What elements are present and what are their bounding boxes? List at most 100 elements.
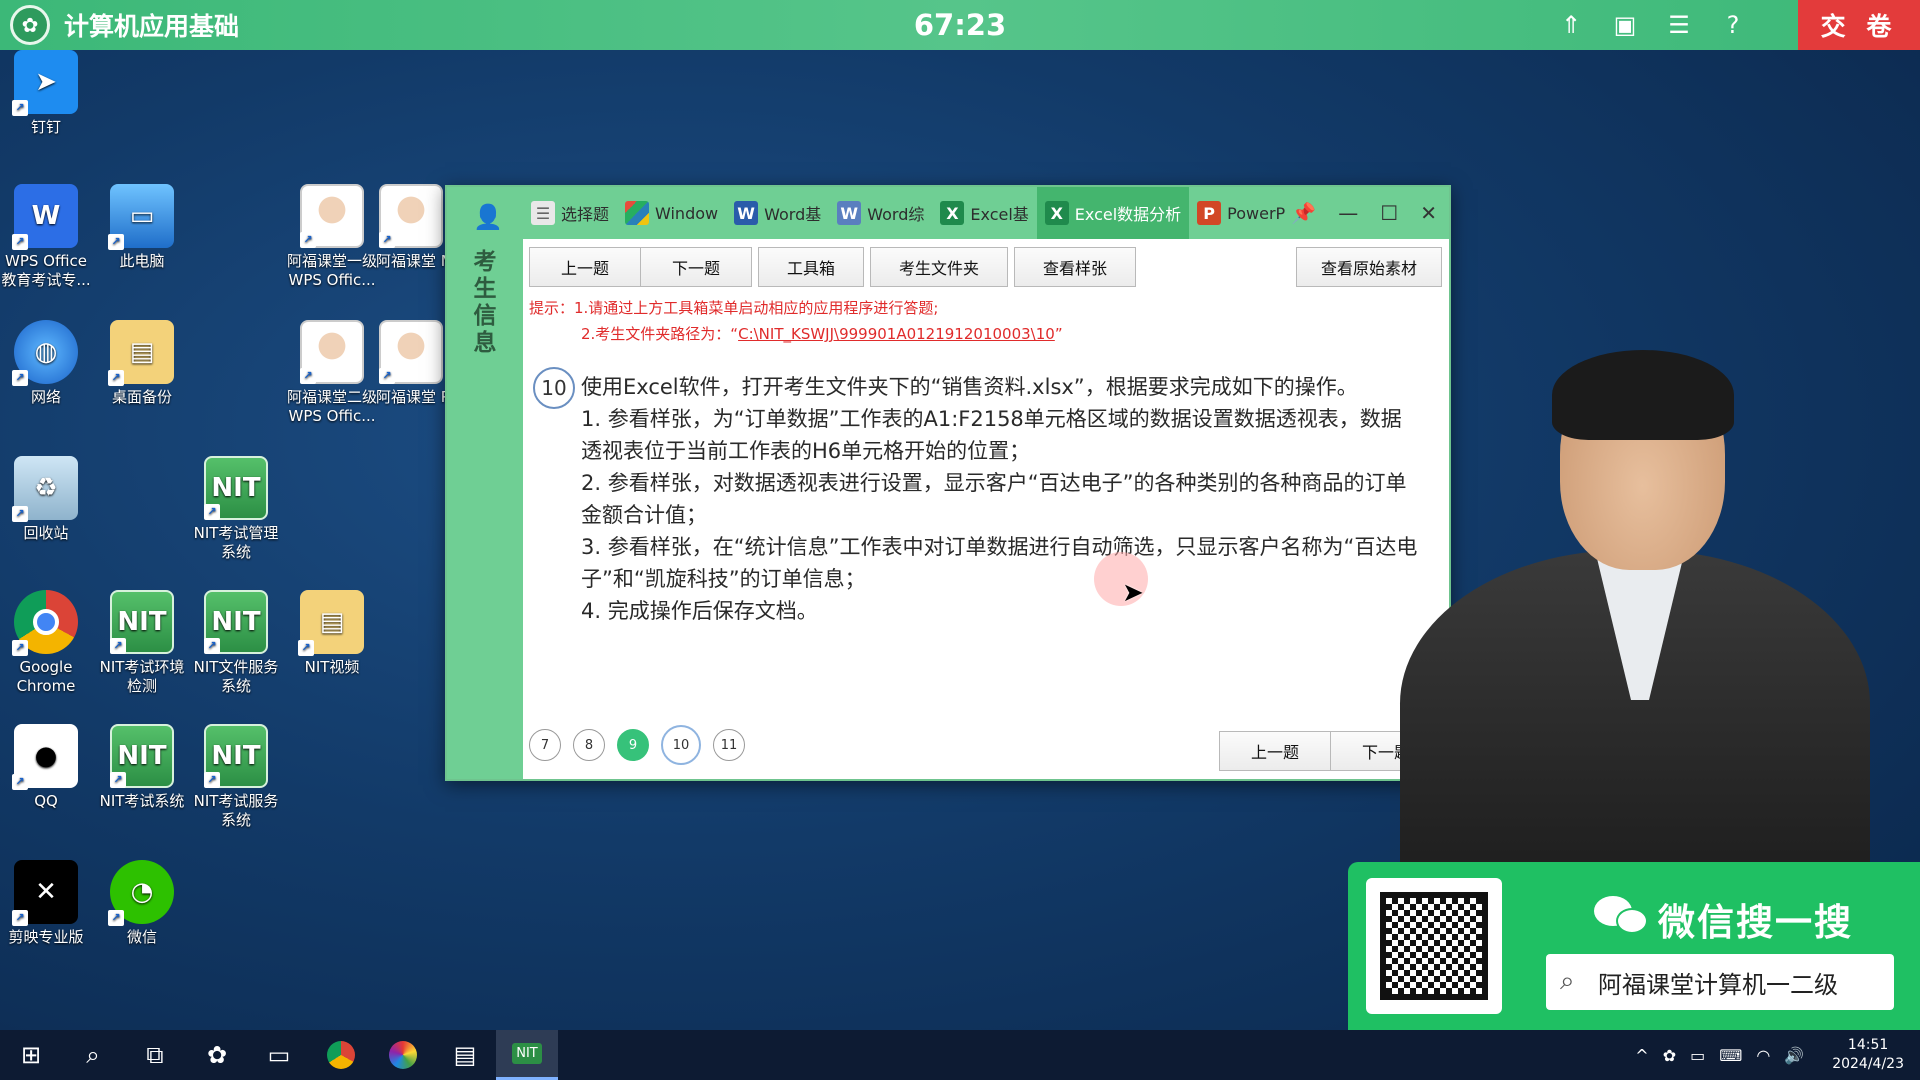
search-icon[interactable]: ⌕	[62, 1030, 124, 1080]
battery-icon[interactable]: ▭	[1690, 1046, 1705, 1065]
candidate-info-panel[interactable]: 👤 考生信息	[447, 187, 523, 779]
chevron-up-icon[interactable]: ^	[1635, 1046, 1648, 1065]
desktop-icon-afu-wps1[interactable]: 阿福课堂一级 WPS Offic...	[286, 184, 378, 290]
desktop-icon-backup[interactable]: ▤ 桌面备份	[96, 320, 188, 407]
word-icon: W	[734, 201, 759, 225]
tab-word-basic[interactable]: W Word基	[726, 187, 829, 239]
question-toolbar: 上一题 下一题 工具箱 考生文件夹 查看样张	[529, 247, 1136, 287]
question-line: 1. 参看样张，为“订单数据”工作表的A1:F2158单元格区域的数据设置数据透…	[581, 407, 1402, 463]
wifi-icon[interactable]: ◠	[1756, 1046, 1770, 1065]
tray-app-icon[interactable]: ✿	[1663, 1046, 1676, 1065]
nit-icon: NIT	[204, 724, 268, 788]
user-icon: 👤	[473, 203, 503, 231]
question-dot-current[interactable]: 10	[661, 725, 701, 765]
desktop-icon-chrome[interactable]: Google Chrome	[0, 590, 92, 696]
computer-icon: ▭	[108, 184, 174, 250]
window-taskbar-icon[interactable]: ▤	[434, 1030, 496, 1080]
wechat-logo-icon	[1594, 892, 1650, 936]
tab-windows[interactable]: Window	[617, 187, 726, 239]
question-text: 使用Excel软件，打开考生文件夹下的“销售资料.xlsx”，根据要求完成如下的…	[581, 371, 1421, 627]
dingtalk-icon: ➤	[12, 50, 78, 116]
desktop-icon-nit-env[interactable]: NIT NIT考试环境检测	[96, 590, 188, 696]
clock-time: 14:51	[1847, 1037, 1889, 1053]
desktop-icon-wechat[interactable]: ◔ 微信	[96, 860, 188, 947]
list-icon[interactable]: ☰	[1667, 11, 1691, 39]
desktop-icon-afu-wps2[interactable]: 阿福课堂二级 WPS Offic...	[286, 320, 378, 426]
desktop-icon-recycle-bin[interactable]: ♻ 回收站	[0, 456, 92, 543]
presenter-video-overlay	[1400, 350, 1870, 870]
desktop-icon-dingtalk[interactable]: ➤ 钉钉	[0, 50, 92, 137]
tab-choice[interactable]: ☰ 选择题	[523, 187, 617, 239]
wechat-search-title: 微信搜一搜	[1658, 901, 1853, 944]
pinwheel-app-icon[interactable]: ✿	[186, 1030, 248, 1080]
desktop-icon-afu-python[interactable]: 阿福课堂 Python是	[376, 320, 446, 407]
submit-exam-button[interactable]: 交 卷	[1798, 0, 1920, 50]
question-type-tabs: ☰ 选择题 Window W Word基 W Word综 X Excel基 X …	[523, 187, 1449, 239]
desktop-icon-nit-exam[interactable]: NIT NIT考试系统	[96, 724, 188, 811]
tab-word-comprehensive[interactable]: W Word综	[829, 187, 932, 239]
desktop-icon-afu-ms[interactable]: 阿福课堂 MS Offic	[376, 184, 446, 271]
clock-date: 2024/4/23	[1832, 1056, 1904, 1072]
screen-app-icon[interactable]: ▭	[248, 1030, 310, 1080]
question-dot[interactable]: 11	[713, 729, 745, 761]
desktop-icon-nit-manage[interactable]: NIT NIT考试管理系统	[190, 456, 282, 562]
toolbox-button[interactable]: 工具箱	[758, 247, 864, 287]
input-method-icon[interactable]: ⌨	[1719, 1046, 1742, 1065]
next-question-button[interactable]: 下一题	[640, 247, 752, 287]
tab-powerpoint[interactable]: P PowerP	[1189, 187, 1293, 239]
volume-icon[interactable]: 🔊	[1784, 1046, 1804, 1065]
pin-icon[interactable]: 📌	[1291, 201, 1316, 225]
word-icon: W	[837, 201, 862, 225]
tab-excel-basic[interactable]: X Excel基	[932, 187, 1036, 239]
desktop-icon-this-pc[interactable]: ▭ 此电脑	[96, 184, 188, 271]
window-icon[interactable]: ▣	[1613, 11, 1637, 39]
help-icon[interactable]: ?	[1721, 11, 1745, 39]
folder-icon: ▤	[298, 590, 364, 656]
close-icon[interactable]: ✕	[1420, 201, 1437, 225]
prev-question-button[interactable]: 上一题	[529, 247, 641, 287]
bottom-prev-button[interactable]: 上一题	[1219, 731, 1331, 771]
question-dot-answered[interactable]: 9	[617, 729, 649, 761]
windows-taskbar: ⊞ ⌕ ⧉ ✿ ▭ ▤ NIT ^ ✿ ▭ ⌨ ◠ 🔊 14:51 2024/4…	[0, 1030, 1920, 1080]
chrome-taskbar-icon[interactable]	[310, 1030, 372, 1080]
question-number-badge: 10	[533, 367, 575, 409]
tab-excel-data-analysis[interactable]: X Excel数据分析	[1036, 187, 1190, 239]
question-dot[interactable]: 7	[529, 729, 561, 761]
maximize-icon[interactable]: ☐	[1380, 201, 1398, 225]
taskbar-clock[interactable]: 14:51 2024/4/23	[1832, 1036, 1904, 1074]
network-icon: ◍	[12, 320, 78, 386]
powerpoint-icon: P	[1197, 201, 1222, 225]
person-avatar-icon	[300, 184, 364, 248]
recycle-bin-icon: ♻	[12, 456, 78, 522]
task-view-icon[interactable]: ⧉	[124, 1030, 186, 1080]
desktop-icon-nit-service[interactable]: NIT NIT考试服务系统	[190, 724, 282, 830]
desktop-icon-wps[interactable]: W WPS Office 教育考试专...	[0, 184, 92, 290]
question-dot[interactable]: 8	[573, 729, 605, 761]
excel-icon: X	[940, 201, 965, 225]
desktop-icon-nit-video[interactable]: ▤ NIT视频	[286, 590, 378, 677]
collapse-icon[interactable]: ⇑	[1559, 11, 1583, 39]
question-content-area: 上一题 下一题 工具箱 考生文件夹 查看样张 查看原始素材 提示：1.请通过上方…	[523, 239, 1449, 779]
view-sample-button[interactable]: 查看样张	[1014, 247, 1136, 287]
wechat-search-banner: 微信搜一搜 ⌕ 阿福课堂计算机一二级	[1348, 862, 1920, 1030]
candidate-folder-button[interactable]: 考生文件夹	[870, 247, 1008, 287]
desktop-icon-network[interactable]: ◍ 网络	[0, 320, 92, 407]
browser-taskbar-icon[interactable]	[372, 1030, 434, 1080]
candidate-info-label: 考生信息	[469, 249, 495, 357]
start-menu-icon[interactable]: ⊞	[0, 1030, 62, 1080]
desktop-icon-nit-file[interactable]: NIT NIT文件服务系统	[190, 590, 282, 696]
view-original-material-button[interactable]: 查看原始素材	[1296, 247, 1442, 287]
wechat-search-box: ⌕ 阿福课堂计算机一二级	[1546, 954, 1894, 1010]
candidate-folder-path-link[interactable]: C:\NIT_KSWJJ\999901A0121912010003\10	[738, 325, 1055, 343]
desktop-icon-capcut[interactable]: ✕ 剪映专业版	[0, 860, 92, 947]
desktop-icon-qq[interactable]: ● QQ	[0, 724, 92, 811]
hint-line-1: 提示：1.请通过上方工具箱菜单启动相应的应用程序进行答题;	[529, 299, 939, 317]
presenter-hair	[1552, 350, 1734, 440]
question-line: 3. 参看样张，在“统计信息”工作表中对订单数据进行自动筛选，只显示客户名称为“…	[581, 535, 1418, 591]
exam-timer: 67:23	[913, 8, 1007, 42]
document-icon: ☰	[531, 201, 555, 225]
nit-taskbar-icon[interactable]: NIT	[496, 1030, 558, 1080]
minimize-icon[interactable]: —	[1338, 201, 1358, 225]
system-tray: ^ ✿ ▭ ⌨ ◠ 🔊 14:51 2024/4/23	[1635, 1030, 1904, 1080]
exam-top-bar: ✿ 计算机应用基础 67:23 ⇑ ▣ ☰ ? 交 卷	[0, 0, 1920, 50]
